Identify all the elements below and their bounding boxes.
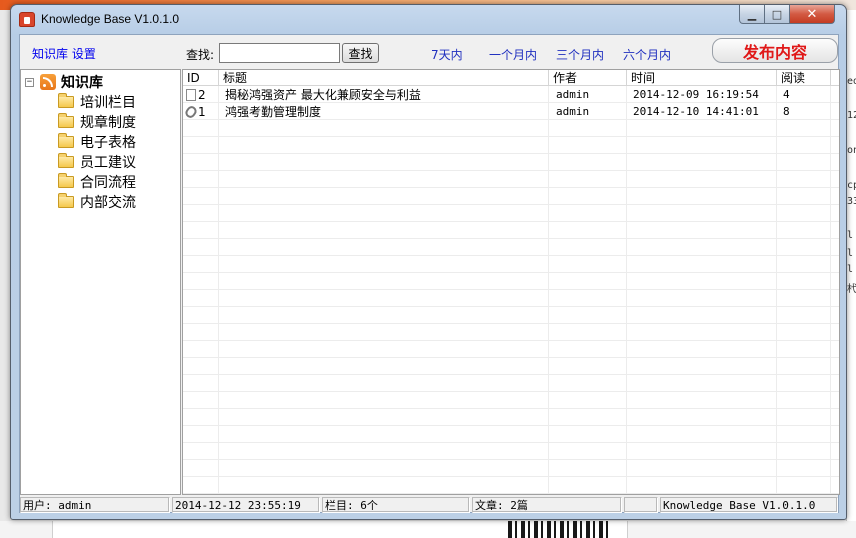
tree-item-label: 规章制度: [80, 115, 136, 131]
background-text: 杙: [847, 284, 856, 295]
background-text: on: [847, 145, 856, 156]
maximize-icon: □: [771, 7, 783, 21]
row-reads: 4: [783, 88, 790, 101]
attachment-icon: [183, 104, 199, 120]
qr-code-image: [508, 521, 612, 538]
column-header-author[interactable]: 作者: [549, 70, 627, 86]
search-label: 查找:: [186, 48, 215, 62]
background-text: cp: [847, 180, 856, 191]
range-1-month-link[interactable]: 一个月内: [489, 46, 537, 63]
tree-item-label: 电子表格: [80, 135, 136, 151]
folder-icon: [58, 173, 74, 188]
background-text: 33: [847, 196, 856, 207]
minimize-icon: ▁: [747, 7, 757, 21]
tree-item-internal[interactable]: 内部交流: [58, 192, 136, 212]
collapse-icon[interactable]: −: [25, 77, 34, 87]
tree-children: 培训栏目 规章制度 电子表格 员工建议 合同流程 内部交流: [58, 92, 136, 212]
row-reads: 8: [783, 105, 790, 118]
status-version: Knowledge Base V1.0.1.0: [660, 497, 838, 513]
tree-item-contracts[interactable]: 合同流程: [58, 172, 136, 192]
document-icon: [186, 89, 196, 101]
status-empty-panel: [624, 497, 658, 513]
grid-line: [548, 86, 549, 494]
column-header-time[interactable]: 时间: [627, 70, 777, 86]
app-window: Knowledge Base V1.0.1.0 ▁ □ ✕ 知识库 设置 查找:…: [10, 4, 847, 520]
row-id: 2: [198, 88, 206, 102]
table-row[interactable]: 2 揭秘鸿强资产 最大化兼顾安全与利益 admin 2014-12-09 16:…: [183, 87, 831, 103]
title-bar[interactable]: Knowledge Base V1.0.1.0 ▁ □ ✕: [11, 5, 846, 33]
folder-icon: [58, 93, 74, 108]
caption-buttons: ▁ □ ✕: [739, 5, 835, 24]
settings-link[interactable]: 知识库 设置: [32, 45, 96, 62]
background-text: ed: [847, 76, 856, 87]
folder-icon: [58, 133, 74, 148]
window-title: Knowledge Base V1.0.1.0: [41, 12, 180, 26]
tree-item-label: 内部交流: [80, 195, 136, 211]
folder-icon: [58, 153, 74, 168]
grid-line: [218, 86, 219, 494]
status-datetime: 2014-12-12 23:55:19: [172, 497, 320, 513]
range-3-months-link[interactable]: 三个月内: [556, 46, 604, 63]
row-time: 2014-12-09 16:19:54: [633, 88, 759, 101]
row-author: admin: [556, 105, 590, 118]
tree-item-spreadsheets[interactable]: 电子表格: [58, 132, 136, 152]
grid-line: [830, 86, 831, 494]
column-header-title[interactable]: 标题: [219, 70, 549, 86]
status-user: 用户: admin: [20, 497, 170, 513]
row-id: 1: [198, 105, 206, 119]
category-tree[interactable]: − 知识库 培训栏目 规章制度 电子表格 员工建议 合同流程 内部交流: [20, 69, 181, 495]
background-text: l: [847, 264, 854, 275]
search-button[interactable]: 查找: [342, 43, 379, 63]
status-articles-count: 文章: 2篇: [472, 497, 622, 513]
tree-root-knowledge-base[interactable]: − 知识库: [25, 73, 103, 91]
tree-item-regulations[interactable]: 规章制度: [58, 112, 136, 132]
status-columns-count: 栏目: 6个: [322, 497, 470, 513]
background-text: l: [847, 230, 854, 241]
column-header-id[interactable]: ID: [183, 70, 219, 86]
row-author: admin: [556, 88, 590, 101]
range-7-days-link[interactable]: 7天内: [431, 46, 463, 63]
publish-content-button[interactable]: 发布内容: [712, 38, 838, 63]
background-text: 12: [847, 110, 856, 121]
folder-icon: [58, 113, 74, 128]
range-6-months-link[interactable]: 六个月内: [623, 46, 671, 63]
rss-feed-icon: [40, 74, 56, 90]
column-header-reads[interactable]: 阅读: [777, 70, 831, 86]
tree-item-suggestions[interactable]: 员工建议: [58, 152, 136, 172]
tree-item-label: 员工建议: [80, 155, 136, 171]
status-bar: 用户: admin 2014-12-12 23:55:19 栏目: 6个 文章:…: [20, 497, 840, 514]
folder-icon: [58, 193, 74, 208]
row-title: 鸿强考勤管理制度: [225, 105, 322, 119]
article-list[interactable]: ID 标题 作者 时间 阅读 2 揭秘鸿强资产 最大化兼顾安全与利益 admin…: [182, 69, 840, 495]
tree-item-training[interactable]: 培训栏目: [58, 92, 136, 112]
tree-item-label: 培训栏目: [80, 95, 136, 111]
row-time: 2014-12-10 14:41:01: [633, 105, 759, 118]
table-row[interactable]: 1 鸿强考勤管理制度 admin 2014-12-10 14:41:01 8: [183, 104, 831, 120]
close-button[interactable]: ✕: [790, 5, 835, 24]
grid-line: [626, 86, 627, 494]
tree-item-label: 合同流程: [80, 175, 136, 191]
close-icon: ✕: [806, 6, 818, 22]
grid-line: [776, 86, 777, 494]
maximize-button[interactable]: □: [765, 5, 790, 24]
tree-root-label: 知识库: [61, 75, 103, 91]
background-text: l: [847, 248, 854, 259]
row-title: 揭秘鸿强资产 最大化兼顾安全与利益: [225, 88, 421, 102]
app-logo-icon[interactable]: [19, 12, 35, 27]
client-area: 知识库 设置 查找: 查找 7天内 一个月内 三个月内 六个月内 发布内容 − …: [19, 34, 840, 514]
search-input[interactable]: [219, 43, 340, 63]
list-header: ID 标题 作者 时间 阅读: [183, 70, 839, 86]
minimize-button[interactable]: ▁: [739, 5, 765, 24]
